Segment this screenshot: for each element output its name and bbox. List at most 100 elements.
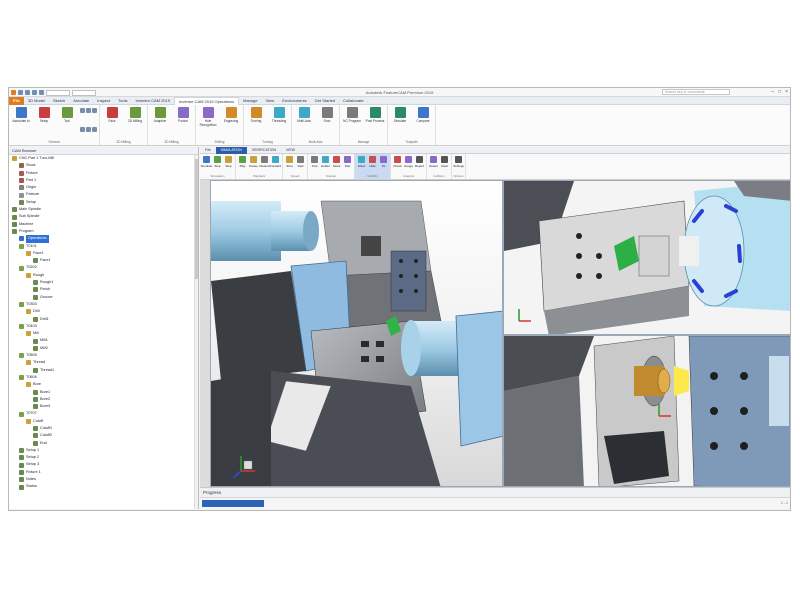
tree-row[interactable]: Thread1 [9, 367, 198, 374]
sim-group-label: Playback [252, 174, 266, 178]
ribbon-button-label: NC Program [343, 119, 361, 123]
sim-tab-verification[interactable]: VERIFICATION [247, 148, 281, 152]
tree-row[interactable]: T0707 [9, 410, 198, 417]
ribbon-tab-manage[interactable]: Manage [239, 97, 261, 105]
bottom-tab-active[interactable] [202, 500, 264, 507]
tree-row-label: Part 1 [26, 177, 37, 182]
tree-row[interactable]: Drill [9, 308, 198, 315]
tree-row[interactable]: Drill1 [9, 316, 198, 323]
tree-row[interactable]: T0505 [9, 352, 198, 359]
tree-row-label: Fixture 1 [26, 469, 41, 474]
tree-row[interactable]: Status [9, 483, 198, 490]
tree-node-icon [19, 302, 24, 308]
rewind-icon [261, 156, 268, 163]
ribbon-tab-collaborate[interactable]: Collaborate [339, 97, 367, 105]
scrollbar-thumb[interactable] [195, 159, 198, 279]
tree-row[interactable]: Notes [9, 476, 198, 483]
ribbon-tab-get-started[interactable]: Get Started [311, 97, 339, 105]
sim-tab-simulation[interactable]: SIMULATION [215, 146, 247, 154]
ribbon-tab-inspect[interactable]: Inspect [93, 97, 114, 105]
small-tool-icon[interactable] [80, 108, 85, 113]
tree-node-icon [12, 156, 17, 162]
tree-row[interactable]: T0202 [9, 264, 198, 271]
tree-row[interactable]: Thread [9, 359, 198, 366]
small-tool-icon[interactable] [86, 127, 91, 132]
small-tool-icon[interactable] [92, 108, 97, 113]
tree-row[interactable]: Setup 2 [9, 454, 198, 461]
tree-row[interactable]: Cutoff [9, 418, 198, 425]
tree-row[interactable]: Cutoff2 [9, 432, 198, 439]
maximize-button[interactable]: □ [778, 89, 781, 95]
ribbon-tab-inventor-cam-2019-operations[interactable]: Inventor CAM 2019 Operations [173, 96, 240, 105]
ribbon-tab-view[interactable]: View [262, 97, 279, 105]
tree-row[interactable]: Setup 1 [9, 447, 198, 454]
search-input[interactable]: Search key or commands [662, 89, 730, 95]
tree-node-icon [19, 477, 24, 483]
tree-row[interactable]: Fixture 1 [9, 469, 198, 476]
tree-row[interactable]: Cutoff1 [9, 425, 198, 432]
tree-row[interactable]: Fixture [9, 170, 198, 177]
app-window: Autodesk FeatureCAM Premium 2019 Search … [8, 87, 791, 511]
sim-group-collision: Detect Clear Collision [427, 154, 452, 179]
tree-row[interactable]: Mill1 [9, 337, 198, 344]
tree-scrollbar[interactable] [194, 155, 198, 509]
tree-row[interactable]: Bore2 [9, 396, 198, 403]
tree-row[interactable]: T0404 [9, 323, 198, 330]
tree-row[interactable]: Rough [9, 272, 198, 279]
ribbon-tab-environments[interactable]: Environments [278, 97, 310, 105]
tree-row[interactable]: Part 1 [9, 177, 198, 184]
sim-tab-view[interactable]: VIEW [281, 148, 300, 152]
main-viewport[interactable] [210, 180, 503, 487]
tree-row[interactable]: Rough1 [9, 279, 198, 286]
tree-row[interactable]: Bore [9, 381, 198, 388]
tree-row[interactable]: Face1 [9, 257, 198, 264]
tree-row[interactable]: Setup [9, 199, 198, 206]
tree-row[interactable]: Face1 [9, 250, 198, 257]
close-button[interactable]: × [785, 89, 788, 95]
ribbon-group-label: 2D Milling [116, 140, 131, 144]
ribbon-tab-file[interactable]: File [9, 96, 24, 105]
ribbon-tab-sketch[interactable]: Sketch [49, 97, 69, 105]
tree-row[interactable]: Bore3 [9, 403, 198, 410]
small-tool-icon[interactable] [86, 108, 91, 113]
minimize-button[interactable]: – [771, 89, 774, 95]
tree-row[interactable]: Finish [9, 286, 198, 293]
tree-row[interactable]: Stock [9, 162, 198, 169]
sim-tab-file[interactable]: File [200, 148, 216, 152]
tree-node-icon [33, 396, 38, 402]
tree-row[interactable]: Mill [9, 330, 198, 337]
tree-row[interactable]: Program [9, 228, 198, 235]
ribbon-tab-tools[interactable]: Tools [114, 97, 131, 105]
small-tool-icon[interactable] [80, 127, 85, 132]
ribbon-group-label: General [48, 140, 60, 144]
tree-node-icon [33, 440, 38, 446]
tree-row-label: Mill [33, 331, 39, 336]
tree-row[interactable]: Main Spindle [9, 206, 198, 213]
tree-row[interactable]: Bore1 [9, 389, 198, 396]
tree-row[interactable]: Origin [9, 184, 198, 191]
tree-row[interactable]: T0606 [9, 374, 198, 381]
top-right-viewport[interactable] [503, 180, 790, 335]
ribbon-group-label: Drilling [214, 140, 225, 144]
bottom-right-viewport[interactable] [503, 335, 790, 487]
tree-row[interactable]: Operations [9, 235, 198, 243]
tree-row[interactable]: Sub Spindle [9, 213, 198, 220]
tree-row[interactable]: Groove [9, 294, 198, 301]
tree-row[interactable]: CNC Part 1 Turn-Mill [9, 155, 198, 162]
ribbon-tab-annotate[interactable]: Annotate [69, 97, 93, 105]
tree-row-label: Cutoff [33, 418, 44, 423]
ribbon-button-label: Associate to [12, 119, 30, 123]
ribbon-tab-inventor-cam-2019[interactable]: Inventor CAM 2019 [132, 97, 174, 105]
tree-row[interactable]: T0303 [9, 301, 198, 308]
tree-row[interactable]: Feature [9, 191, 198, 198]
tree-row[interactable]: End [9, 440, 198, 447]
tree-row[interactable]: Setup 3 [9, 461, 198, 468]
tree-node-icon [19, 199, 24, 205]
tree-node-icon [19, 462, 24, 468]
tree-row[interactable]: Mill2 [9, 345, 198, 352]
tree-row[interactable]: T0101 [9, 243, 198, 250]
tree-row[interactable]: Machine [9, 221, 198, 228]
sim-group-label: Display [326, 174, 336, 178]
small-tool-icon[interactable] [92, 127, 97, 132]
ribbon-tab-3d-model[interactable]: 3D Model [24, 97, 49, 105]
